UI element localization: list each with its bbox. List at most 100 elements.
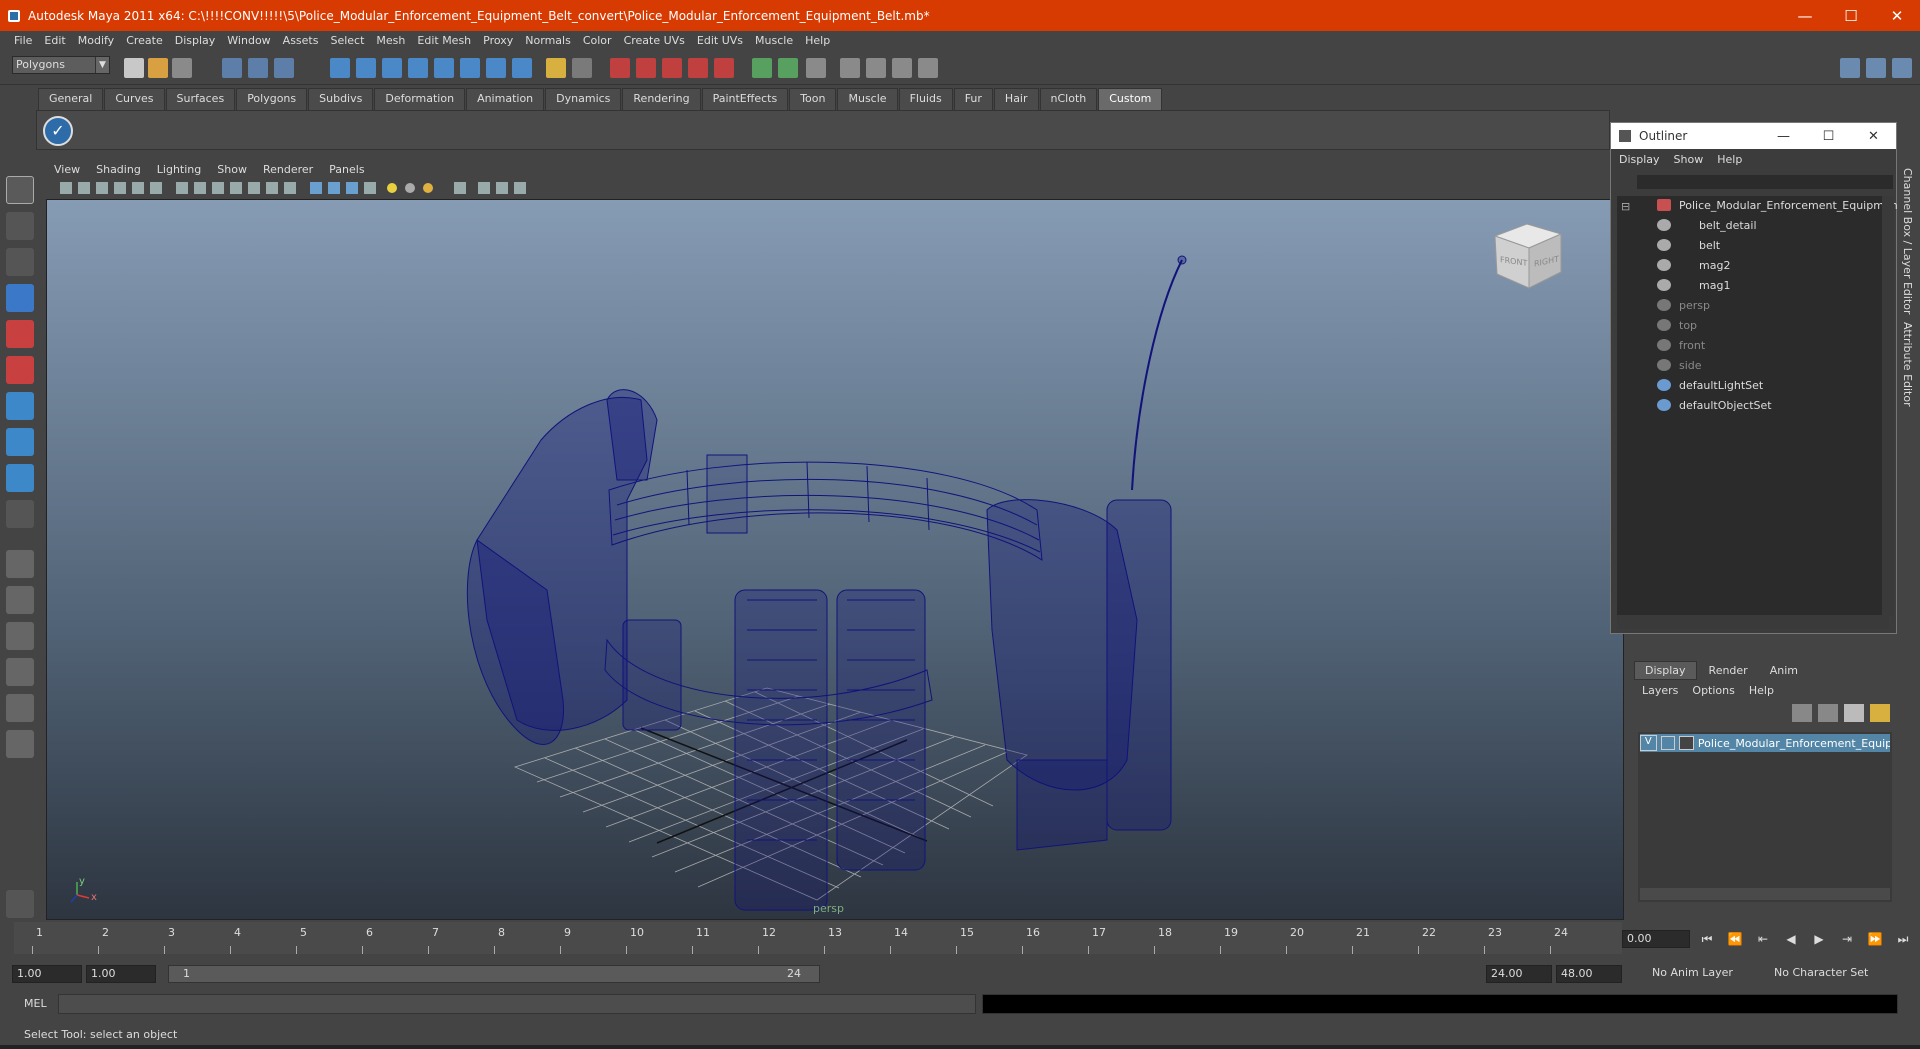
tab-dynamics[interactable]: Dynamics bbox=[545, 88, 622, 110]
range-slider[interactable]: 1 24 bbox=[168, 965, 820, 983]
go-to-start-icon[interactable]: ⏮ bbox=[1696, 929, 1718, 949]
toggle-layout-icon[interactable] bbox=[1840, 58, 1860, 78]
soft-mod-icon[interactable] bbox=[6, 428, 34, 456]
snap-magnet-point-icon[interactable] bbox=[662, 58, 682, 78]
tab-toon[interactable]: Toon bbox=[789, 88, 837, 110]
viewport-menu-shading[interactable]: Shading bbox=[88, 163, 149, 176]
tab-polygons[interactable]: Polygons bbox=[236, 88, 308, 110]
perspective-viewport[interactable]: FRONT RIGHT y x persp bbox=[46, 199, 1624, 920]
select-object-icon[interactable] bbox=[248, 58, 268, 78]
input-output-icon[interactable] bbox=[572, 58, 592, 78]
menu-edit-uvs[interactable]: Edit UVs bbox=[691, 34, 749, 47]
render-settings-icon[interactable] bbox=[806, 58, 826, 78]
menu-display[interactable]: Display bbox=[169, 34, 222, 47]
create-layer-from-selected-icon[interactable] bbox=[1870, 704, 1890, 722]
play-forwards-icon[interactable]: ▶ bbox=[1808, 929, 1830, 949]
character-set-selector[interactable]: No Character Set bbox=[1770, 965, 1890, 983]
outliner-item[interactable]: mag1 bbox=[1657, 276, 1730, 294]
menu-modify[interactable]: Modify bbox=[72, 34, 120, 47]
tab-attribute-editor[interactable]: Attribute Editor bbox=[1901, 322, 1914, 407]
tab-subdivs[interactable]: Subdivs bbox=[308, 88, 374, 110]
universal-manipulator-icon[interactable] bbox=[6, 392, 34, 420]
toggle-channel-box-icon[interactable] bbox=[1892, 58, 1912, 78]
viewport-menu-renderer[interactable]: Renderer bbox=[255, 163, 321, 176]
step-forward-key-icon[interactable]: ⇥ bbox=[1836, 929, 1858, 949]
menu-create[interactable]: Create bbox=[120, 34, 169, 47]
single-perspective-layout-icon[interactable] bbox=[6, 550, 34, 578]
outliner-maximize-button[interactable]: ☐ bbox=[1806, 129, 1851, 144]
menu-assets[interactable]: Assets bbox=[277, 34, 325, 47]
snap-grid-icon[interactable] bbox=[330, 58, 350, 78]
menu-help[interactable]: Help bbox=[799, 34, 836, 47]
viewport-menu-lighting[interactable]: Lighting bbox=[149, 163, 209, 176]
layer-tab-render[interactable]: Render bbox=[1699, 662, 1758, 679]
lasso-tool-icon[interactable] bbox=[6, 212, 34, 240]
menu-proxy[interactable]: Proxy bbox=[477, 34, 519, 47]
current-time-field[interactable]: 0.00 bbox=[1622, 930, 1690, 948]
end-time-field[interactable]: 48.00 bbox=[1556, 965, 1622, 983]
outliner-item[interactable]: side bbox=[1657, 356, 1702, 374]
layer-color-swatch[interactable] bbox=[1679, 736, 1694, 750]
outliner-item[interactable]: defaultLightSet bbox=[1657, 376, 1763, 394]
help-icon[interactable] bbox=[512, 58, 532, 78]
layer-horizontal-scrollbar[interactable] bbox=[1640, 888, 1890, 900]
menu-edit[interactable]: Edit bbox=[38, 34, 71, 47]
menu-edit-mesh[interactable]: Edit Mesh bbox=[411, 34, 477, 47]
outliner-vertical-scrollbar[interactable] bbox=[1882, 196, 1894, 616]
menu-muscle[interactable]: Muscle bbox=[749, 34, 799, 47]
construction-icon[interactable] bbox=[486, 58, 506, 78]
layer-menu-options[interactable]: Options bbox=[1692, 684, 1734, 697]
show-manipulator-icon[interactable] bbox=[6, 464, 34, 492]
start-time-field[interactable]: 1.00 bbox=[12, 965, 82, 983]
menu-window[interactable]: Window bbox=[221, 34, 276, 47]
layer-menu-layers[interactable]: Layers bbox=[1642, 684, 1678, 697]
graph-editor-layout-icon[interactable] bbox=[6, 730, 34, 758]
panel-toolbar-icons[interactable] bbox=[46, 178, 566, 198]
viewport-menu-view[interactable]: View bbox=[46, 163, 88, 176]
persp-outliner-layout-icon[interactable] bbox=[6, 622, 34, 650]
select-hierarchy-icon[interactable] bbox=[222, 58, 242, 78]
menu-color[interactable]: Color bbox=[577, 34, 618, 47]
close-button[interactable]: ✕ bbox=[1874, 0, 1920, 31]
tab-fur[interactable]: Fur bbox=[953, 88, 993, 110]
tab-hair[interactable]: Hair bbox=[993, 88, 1039, 110]
batch-render-icon[interactable] bbox=[892, 58, 912, 78]
menu-normals[interactable]: Normals bbox=[519, 34, 577, 47]
outliner-item[interactable]: Police_Modular_Enforcement_Equipmen bbox=[1657, 196, 1898, 214]
playback-start-field[interactable]: 1.00 bbox=[86, 965, 156, 983]
tab-rendering[interactable]: Rendering bbox=[622, 88, 701, 110]
ipr-render-icon[interactable] bbox=[778, 58, 798, 78]
quick-layout-icon[interactable] bbox=[6, 890, 34, 918]
viewport-menu-show[interactable]: Show bbox=[209, 163, 255, 176]
make-live-icon[interactable] bbox=[434, 58, 454, 78]
snap-magnet-curve-icon[interactable] bbox=[636, 58, 656, 78]
select-tool-icon[interactable] bbox=[6, 176, 34, 204]
layer-tab-display[interactable]: Display bbox=[1634, 660, 1697, 680]
tab-ncloth[interactable]: nCloth bbox=[1039, 88, 1098, 110]
layer-menu-help[interactable]: Help bbox=[1749, 684, 1774, 697]
tab-animation[interactable]: Animation bbox=[466, 88, 545, 110]
outliner-menu-show[interactable]: Show bbox=[1674, 153, 1704, 166]
time-slider[interactable]: 1 2 3 4 5 6 7 8 9 10 11 12 13 14 15 16 1… bbox=[14, 922, 1622, 954]
outliner-menu-help[interactable]: Help bbox=[1717, 153, 1742, 166]
maximize-button[interactable]: ☐ bbox=[1828, 0, 1874, 31]
move-layer-down-icon[interactable] bbox=[1818, 704, 1838, 722]
menu-select[interactable]: Select bbox=[324, 34, 370, 47]
layer-row[interactable]: V Police_Modular_Enforcement_Equipme bbox=[1640, 734, 1890, 752]
tab-muscle[interactable]: Muscle bbox=[837, 88, 898, 110]
outliner-item[interactable]: top bbox=[1657, 316, 1697, 334]
minimize-button[interactable]: — bbox=[1782, 0, 1828, 31]
render-globals-icon[interactable] bbox=[918, 58, 938, 78]
snap-plane-icon[interactable] bbox=[408, 58, 428, 78]
go-to-end-icon[interactable]: ⏭ bbox=[1892, 929, 1914, 949]
toggle-attribute-editor-icon[interactable] bbox=[1866, 58, 1886, 78]
command-language-label[interactable]: MEL bbox=[24, 997, 47, 1010]
snap-magnet-view-icon[interactable] bbox=[714, 58, 734, 78]
open-scene-icon[interactable] bbox=[148, 58, 168, 78]
create-empty-layer-icon[interactable] bbox=[1844, 704, 1864, 722]
persp-graph-layout-icon[interactable] bbox=[6, 658, 34, 686]
tab-deformation[interactable]: Deformation bbox=[374, 88, 466, 110]
step-back-key-icon[interactable]: ⇤ bbox=[1752, 929, 1774, 949]
tab-fluids[interactable]: Fluids bbox=[898, 88, 953, 110]
outliner-item[interactable]: defaultObjectSet bbox=[1657, 396, 1772, 414]
